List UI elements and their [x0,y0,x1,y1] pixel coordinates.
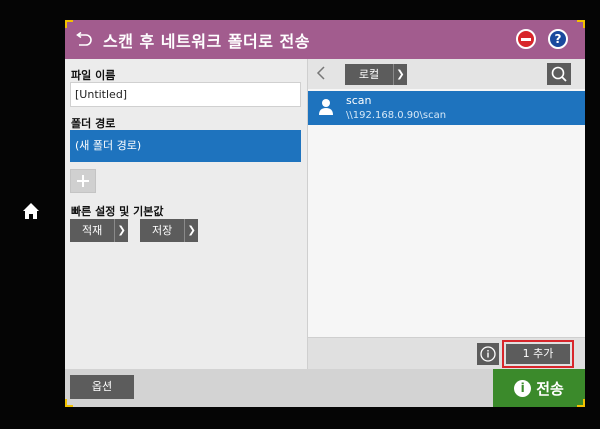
info-icon[interactable] [477,343,499,365]
home-icon[interactable] [20,200,42,222]
save-button[interactable]: 저장 ❯ [140,219,199,242]
search-icon[interactable] [547,63,571,85]
item-path: \\192.168.0.90\scan [346,110,447,121]
cancel-icon[interactable] [516,29,536,49]
folder-browser: 로컬 ❯ scan \\192.168.0.90\scan [308,59,585,369]
location-button[interactable]: 로컬 ❯ [345,64,407,85]
load-label: 적재 [82,224,103,237]
left-panel: 파일 이름 [Untitled] 폴더 경로 (새 폴더 경로) 빠른 설정 및… [65,59,307,369]
location-label: 로컬 [358,68,380,81]
chevron-right-icon: ❯ [114,219,128,242]
plus-icon[interactable] [70,169,96,193]
footer-bar: 옵션 i 전송 [65,369,585,407]
add-button[interactable]: 1 추가 [502,340,574,368]
file-name-field[interactable]: [Untitled] [70,82,301,107]
touch-screen: 스캔 후 네트워크 폴더로 전송 ? 파일 이름 [Untitled] 폴더 경… [65,20,585,407]
quick-sets-label: 빠른 설정 및 기본값 [71,205,164,218]
info-icon: i [514,379,532,397]
send-button[interactable]: i 전송 [493,369,585,407]
page-title: 스캔 후 네트워크 폴더로 전송 [103,31,310,51]
save-label: 저장 [152,224,173,237]
item-name: scan [346,94,372,107]
person-icon [318,97,334,117]
list-item[interactable]: scan \\192.168.0.90\scan [308,91,585,125]
add-label: 1 추가 [506,344,570,364]
browser-nav: 로컬 ❯ [308,59,585,89]
browser-actions: 1 추가 [308,337,585,369]
file-name-label: 파일 이름 [71,69,116,82]
help-icon[interactable]: ? [548,29,568,49]
send-label: 전송 [536,379,564,398]
chevron-right-icon: ❯ [184,219,198,242]
device-bezel: 스캔 후 네트워크 폴더로 전송 ? 파일 이름 [Untitled] 폴더 경… [0,0,600,429]
folder-path-label: 폴더 경로 [71,117,116,130]
options-button[interactable]: 옵션 [70,375,134,399]
chevron-right-icon: ❯ [393,64,407,85]
title-bar: 스캔 후 네트워크 폴더로 전송 ? [65,20,585,59]
chevron-left-icon[interactable] [316,65,326,85]
folder-path-field[interactable]: (새 폴더 경로) [70,130,301,162]
load-button[interactable]: 적재 ❯ [70,219,129,242]
